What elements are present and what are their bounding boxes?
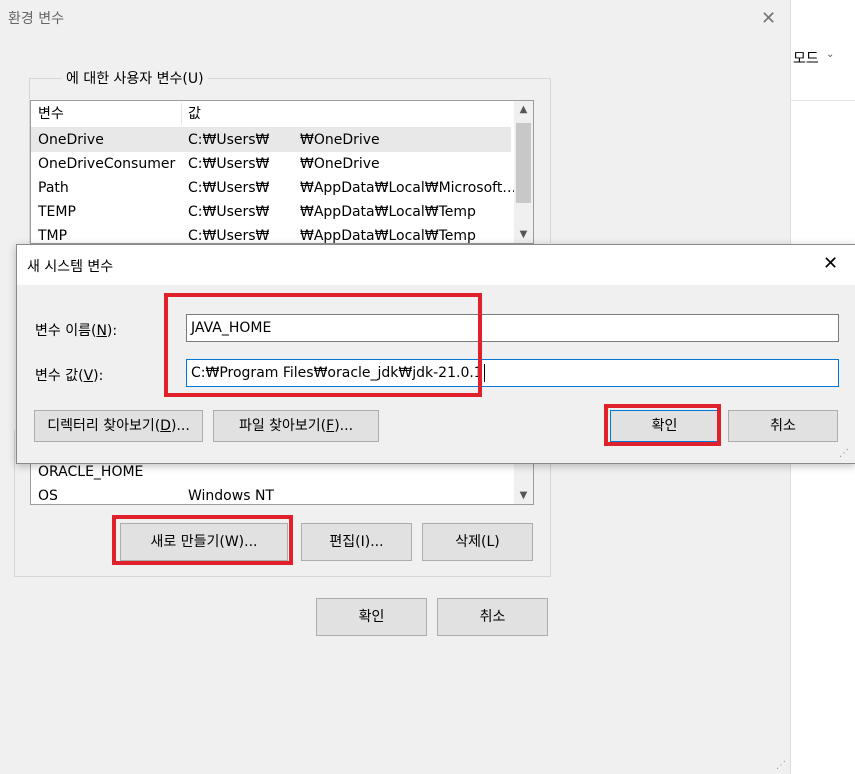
table-row[interactable]: OS Windows NT xyxy=(31,484,511,504)
scroll-up-icon[interactable]: ▲ xyxy=(514,101,533,118)
edit-button[interactable]: 편집(I)... xyxy=(301,523,412,561)
table-row[interactable]: TEMP C:₩Users₩ ₩AppData₩Local₩Temp xyxy=(31,200,511,224)
scrollbar-thumb[interactable] xyxy=(516,123,531,203)
dialog-cancel-button[interactable]: 취소 xyxy=(728,410,838,442)
cancel-button[interactable]: 취소 xyxy=(437,598,548,636)
delete-button[interactable]: 삭제(L) xyxy=(422,523,533,561)
user-variables-list[interactable]: 변수 값 OneDrive C:₩Users₩ ₩OneDrive OneDri… xyxy=(30,100,534,244)
resize-grip-icon[interactable]: ⋰ xyxy=(839,448,849,459)
scroll-down-icon[interactable]: ▼ xyxy=(514,226,533,243)
column-header-value[interactable]: 값 xyxy=(188,101,201,127)
close-icon[interactable]: ✕ xyxy=(761,8,776,29)
vertical-scrollbar[interactable]: ▲ ▼ xyxy=(514,101,533,243)
dialog-title: 새 시스템 변수 xyxy=(27,259,114,275)
dialog-ok-button[interactable]: 확인 xyxy=(610,410,719,442)
ok-button[interactable]: 확인 xyxy=(316,598,427,636)
variable-name-input[interactable]: JAVA_HOME xyxy=(186,314,839,342)
window-title: 환경 변수 xyxy=(8,11,64,27)
variable-value-label: 변수 값(V): xyxy=(35,368,104,384)
variable-name-label: 변수 이름(N): xyxy=(35,323,118,339)
table-row[interactable]: TMP C:₩Users₩ ₩AppData₩Local₩Temp xyxy=(31,224,511,243)
variable-value-input[interactable]: C:₩Program Files₩oracle_jdk₩jdk-21.0.1 xyxy=(186,359,839,387)
close-icon[interactable]: ✕ xyxy=(823,253,838,274)
new-system-variable-dialog: 새 시스템 변수 ✕ 변수 이름(N): JAVA_HOME 변수 값(V): … xyxy=(16,244,855,464)
chevron-down-icon[interactable]: ⌄ xyxy=(826,49,834,60)
browse-directory-button[interactable]: 디렉터리 찾아보기(D)... xyxy=(34,410,203,442)
column-separator[interactable] xyxy=(181,103,182,125)
table-row[interactable]: OneDriveConsumer C:₩Users₩ ₩OneDrive xyxy=(31,152,511,176)
resize-grip-icon[interactable]: ⋰ xyxy=(776,760,786,771)
browse-file-button[interactable]: 파일 찾아보기(F)... xyxy=(213,410,379,442)
table-row[interactable]: Path C:₩Users₩ ₩AppData₩Local₩Microsoft… xyxy=(31,176,516,200)
scroll-down-icon[interactable]: ▼ xyxy=(514,487,533,504)
dialog-titlebar xyxy=(17,245,855,285)
user-variables-group-label: 에 대한 사용자 변수(U) xyxy=(62,68,208,88)
text-caret xyxy=(483,364,485,382)
new-button[interactable]: 새로 만들기(W)... xyxy=(120,523,288,561)
divider xyxy=(790,100,855,101)
mode-label[interactable]: 모드 xyxy=(793,48,819,68)
table-row[interactable]: OneDrive C:₩Users₩ ₩OneDrive xyxy=(31,128,511,152)
column-header-variable[interactable]: 변수 xyxy=(38,101,64,127)
list-header: 변수 값 xyxy=(31,101,511,128)
